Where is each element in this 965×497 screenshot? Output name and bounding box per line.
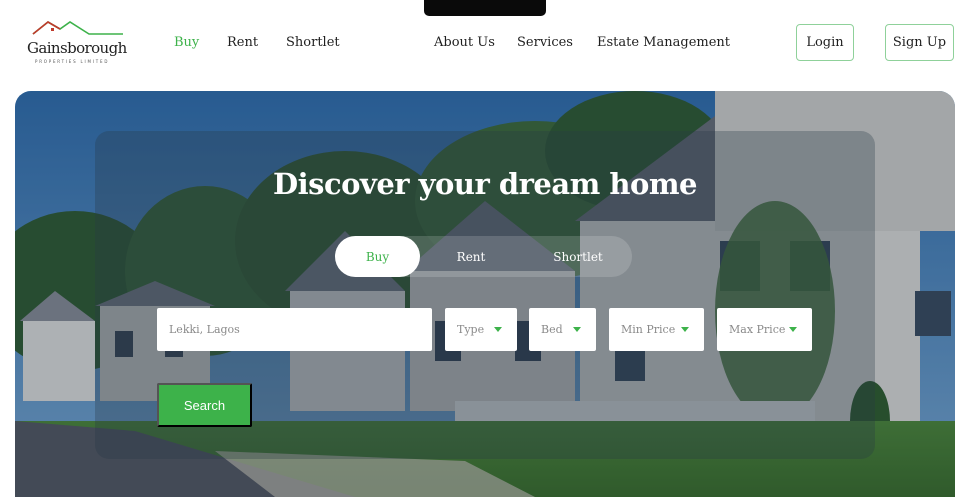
location-input[interactable]: Lekki, Lagos [157, 308, 432, 351]
caret-down-icon [573, 327, 581, 332]
login-button[interactable]: Login [796, 24, 854, 61]
bed-dropdown-label: Bed [541, 323, 563, 336]
house-roof-icon [32, 21, 123, 35]
sign-up-button[interactable]: Sign Up [885, 24, 954, 61]
nav-services[interactable]: Services [517, 35, 573, 50]
top-navigation-bar: Gainsborough PROPERTIES LIMITED Buy Rent… [0, 0, 965, 88]
nav-shortlet[interactable]: Shortlet [286, 35, 340, 50]
nav-rent[interactable]: Rent [227, 35, 258, 50]
max-price-dropdown[interactable]: Max Price [717, 308, 812, 351]
nav-estate-management[interactable]: Estate Management [597, 35, 730, 50]
tab-shortlet[interactable]: Shortlet [535, 236, 621, 277]
min-price-dropdown[interactable]: Min Price [609, 308, 704, 351]
nav-buy[interactable]: Buy [174, 35, 199, 50]
hero-title: Discover your dream home [273, 167, 697, 201]
listing-type-tabs: Buy Rent Shortlet [335, 236, 632, 277]
bed-dropdown[interactable]: Bed [529, 308, 596, 351]
type-dropdown[interactable]: Type [445, 308, 517, 351]
search-button[interactable]: Search [157, 383, 252, 427]
hero-banner: Discover your dream home Buy Rent Shortl… [15, 91, 955, 497]
tab-buy[interactable]: Buy [335, 236, 420, 277]
nav-about-us[interactable]: About Us [434, 35, 495, 50]
min-price-dropdown-label: Min Price [621, 323, 676, 336]
type-dropdown-label: Type [457, 323, 485, 336]
caret-down-icon [789, 327, 797, 332]
tab-rent[interactable]: Rent [431, 236, 511, 277]
caret-down-icon [681, 327, 689, 332]
max-price-dropdown-label: Max Price [729, 323, 786, 336]
brand-tagline: PROPERTIES LIMITED [35, 59, 110, 64]
brand-name: Gainsborough [27, 39, 127, 57]
brand-logo[interactable]: Gainsborough PROPERTIES LIMITED [27, 19, 127, 69]
caret-down-icon [494, 327, 502, 332]
